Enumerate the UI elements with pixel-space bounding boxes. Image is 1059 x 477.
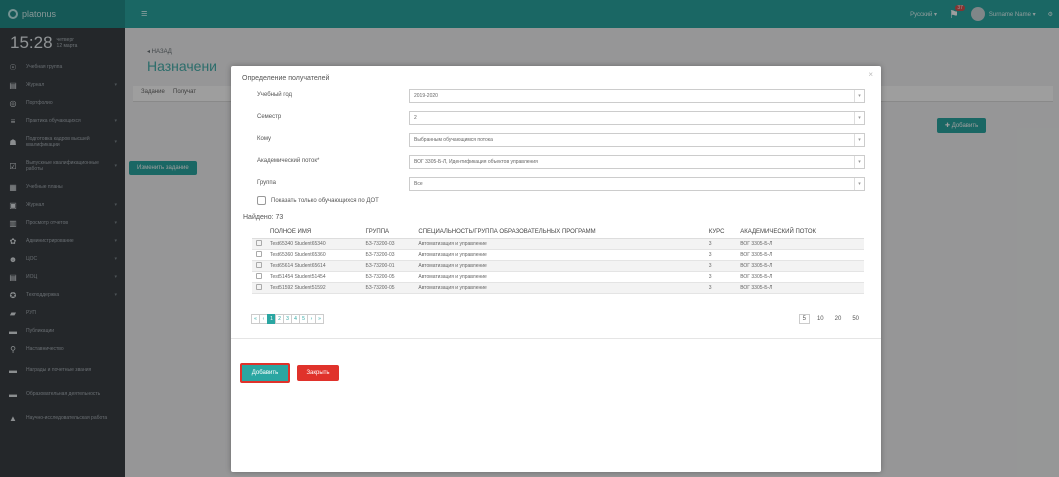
table-cell: Test65360 Student65360 <box>266 249 362 261</box>
table-cell: 3 <box>704 238 737 250</box>
table-cell: Автоматизация и управление <box>414 271 705 283</box>
field-group: Группа Все ▾ <box>257 177 867 191</box>
checkbox-label: Показать только обучающихся по ДОТ <box>271 197 379 204</box>
row-checkbox[interactable] <box>256 272 262 279</box>
table-cell: ВОГ 3305-Б-Л <box>736 271 864 283</box>
field-semester: Семестр 2 ▾ <box>257 111 867 125</box>
field-label: Группа <box>257 180 277 186</box>
group-select[interactable]: Все ▾ <box>409 177 865 191</box>
table-cell: Автоматизация и управление <box>414 249 705 261</box>
field-label: Учебный год <box>257 92 293 98</box>
table-cell: 3 <box>704 282 737 294</box>
row-select-cell <box>252 271 266 283</box>
table-row[interactable]: Test51454 Student51454 БЗ-73200-05 Автомат… <box>252 271 864 283</box>
table-cell: БЗ-73200-03 <box>361 238 415 250</box>
table-cell: БЗ-73200-01 <box>361 260 415 272</box>
table-cell: Test65614 Student65614 <box>266 260 362 272</box>
row-select-cell <box>252 238 266 250</box>
table-cell: БЗ-73200-05 <box>361 271 415 283</box>
table-cell: ВОГ 3305-Б-Л <box>736 249 864 261</box>
row-checkbox[interactable] <box>256 283 262 290</box>
row-select-cell <box>252 260 266 272</box>
field-label: Семестр <box>257 114 282 120</box>
table-row[interactable]: Test65340 Student65340 БЗ-73200-03 Автомат… <box>252 238 864 250</box>
page-size-option[interactable]: 50 <box>848 314 863 324</box>
table-cell: БЗ-73200-05 <box>361 282 415 294</box>
chevron-down-icon: ▾ <box>854 134 864 146</box>
row-checkbox[interactable] <box>256 239 262 246</box>
table-cell: Test51592 Student51592 <box>266 282 362 294</box>
table-cell: 3 <box>704 249 737 261</box>
chevron-down-icon: ▾ <box>854 156 864 168</box>
table-cell: Автоматизация и управление <box>414 282 705 294</box>
field-to-whom: Кому Выбранным обучающимся потока ▾ <box>257 133 867 147</box>
page-size-option[interactable]: 20 <box>831 314 846 324</box>
pagination: «‹ 1 2 3 4 5 ›» <box>251 314 324 324</box>
field-academic-year: Учебный год 2019-2020 ▾ <box>257 89 867 103</box>
row-select-cell <box>252 249 266 261</box>
select-value: Все <box>414 181 423 187</box>
table-row[interactable]: Test51592 Student51592 БЗ-73200-05 Автомат… <box>252 282 864 294</box>
field-label: Академический поток* <box>257 158 320 164</box>
divider <box>231 338 881 339</box>
academic-year-select[interactable]: 2019-2020 ▾ <box>409 89 865 103</box>
add-button[interactable]: Добавить <box>240 363 290 383</box>
page-size-option[interactable]: 5 <box>798 314 810 324</box>
chevron-down-icon: ▾ <box>854 178 864 190</box>
table-cell: ВОГ 3305-Б-Л <box>736 282 864 294</box>
table-cell: ВОГ 3305-Б-Л <box>736 238 864 250</box>
semester-select[interactable]: 2 ▾ <box>409 111 865 125</box>
column-header[interactable]: КУРС <box>704 226 737 239</box>
modal-title: Определение получателей <box>242 75 330 82</box>
column-header[interactable]: АКАДЕМИЧЕСКИЙ ПОТОК <box>736 226 864 239</box>
page-link[interactable]: » <box>315 314 324 324</box>
column-header[interactable]: ПОЛНОЕ ИМЯ <box>266 226 362 239</box>
field-academic-stream: Академический поток* ВОГ 3305-Б-Л, Идент… <box>257 155 867 169</box>
select-all-header <box>252 226 266 239</box>
recipients-modal: Определение получателей × Учебный год 20… <box>231 66 881 472</box>
row-checkbox[interactable] <box>256 250 262 257</box>
table-cell: Test51454 Student51454 <box>266 271 362 283</box>
select-value: 2 <box>414 115 417 121</box>
table-cell: 3 <box>704 271 737 283</box>
table-cell: ВОГ 3305-Б-Л <box>736 260 864 272</box>
chevron-down-icon: ▾ <box>854 90 864 102</box>
to-whom-select[interactable]: Выбранным обучающимся потока ▾ <box>409 133 865 147</box>
page-size-option[interactable]: 10 <box>813 314 828 324</box>
table-row[interactable]: Test65360 Student65360 БЗ-73200-03 Автомат… <box>252 249 864 261</box>
select-value: 2019-2020 <box>414 93 438 99</box>
table-row[interactable]: Test65614 Student65614 БЗ-73200-01 Автомат… <box>252 260 864 272</box>
found-count: Найдено: 73 <box>243 214 284 221</box>
field-label: Кому <box>257 136 272 142</box>
table-cell: Test65340 Student65340 <box>266 238 362 250</box>
table-cell: Автоматизация и управление <box>414 238 705 250</box>
dot-only-option: Показать только обучающихся по ДОТ <box>257 196 379 205</box>
table-cell: БЗ-73200-03 <box>361 249 415 261</box>
students-table: ПОЛНОЕ ИМЯ ГРУППА СПЕЦИАЛЬНОСТЬ/ГРУППА О… <box>252 226 864 294</box>
chevron-down-icon: ▾ <box>854 112 864 124</box>
academic-stream-select[interactable]: ВОГ 3305-Б-Л, Идентификация объектов упр… <box>409 155 865 169</box>
page-size-selector: 5 10 20 50 <box>798 314 863 324</box>
select-value: ВОГ 3305-Б-Л, Идентификация объектов упр… <box>414 159 538 165</box>
column-header[interactable]: СПЕЦИАЛЬНОСТЬ/ГРУППА ОБРАЗОВАТЕЛЬНЫХ ПРО… <box>414 226 705 239</box>
table-header-row: ПОЛНОЕ ИМЯ ГРУППА СПЕЦИАЛЬНОСТЬ/ГРУППА О… <box>252 226 864 239</box>
column-header[interactable]: ГРУППА <box>361 226 415 239</box>
close-button[interactable]: Закрыть <box>297 365 339 381</box>
select-value: Выбранным обучающимся потока <box>414 137 493 143</box>
close-icon[interactable]: × <box>868 70 873 79</box>
table-cell: 3 <box>704 260 737 272</box>
dot-only-checkbox[interactable] <box>257 196 266 205</box>
row-checkbox[interactable] <box>256 261 262 268</box>
row-select-cell <box>252 282 266 294</box>
table-cell: Автоматизация и управление <box>414 260 705 272</box>
